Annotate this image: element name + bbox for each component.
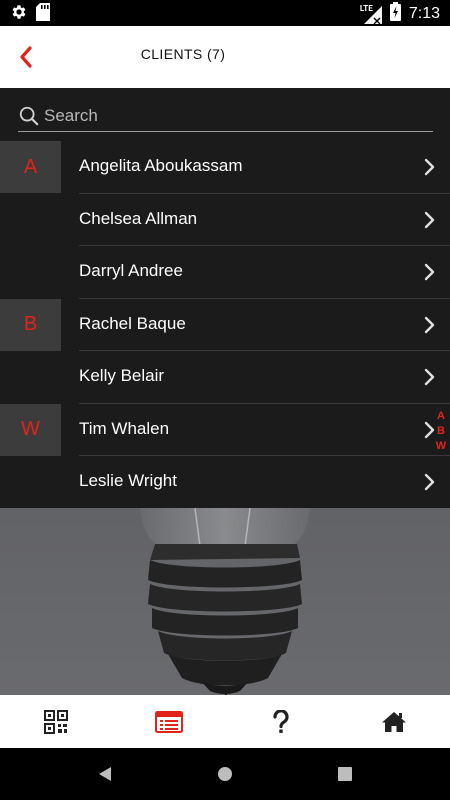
search-bar[interactable] bbox=[18, 100, 433, 132]
help-icon bbox=[273, 709, 289, 733]
client-row[interactable]: W Tim Whalen bbox=[0, 403, 450, 456]
client-list-icon bbox=[154, 710, 183, 733]
client-name: Tim Whalen bbox=[79, 418, 170, 438]
client-list: A Angelita Aboukassam Chelsea Allman Darryl… bbox=[0, 141, 450, 509]
tab-qr-code[interactable] bbox=[0, 695, 113, 748]
page-title: CLIENTS (7) bbox=[140, 46, 226, 62]
battery-charging-icon bbox=[389, 2, 401, 25]
client-name: Rachel Baque bbox=[79, 313, 186, 333]
tab-home[interactable] bbox=[338, 695, 450, 748]
nav-recents-button[interactable] bbox=[330, 759, 360, 789]
client-row[interactable]: A Angelita Aboukassam bbox=[0, 141, 450, 194]
client-list-panel: A Angelita Aboukassam Chelsea Allman Darryl… bbox=[0, 88, 450, 508]
chevron-right-icon bbox=[424, 158, 435, 176]
chevron-right-icon bbox=[424, 211, 435, 228]
search-input[interactable] bbox=[44, 105, 414, 126]
alphabet-index[interactable]: ABW bbox=[434, 410, 448, 452]
square-recents-icon bbox=[338, 767, 352, 781]
lte-signal-icon: LTE bbox=[360, 4, 382, 24]
client-name: Kelly Belair bbox=[79, 366, 165, 385]
qr-code-icon bbox=[44, 709, 69, 734]
chevron-right-icon bbox=[424, 368, 435, 386]
client-row[interactable]: B Rachel Baque bbox=[0, 298, 450, 351]
nav-back-button[interactable] bbox=[90, 759, 120, 789]
nav-home-button[interactable] bbox=[210, 759, 240, 789]
alphabet-index-letter[interactable]: W bbox=[436, 440, 446, 452]
tab-help[interactable] bbox=[225, 695, 338, 748]
app-header: CLIENTS (7) bbox=[0, 26, 450, 88]
search-icon bbox=[19, 106, 39, 125]
home-icon bbox=[381, 711, 406, 732]
client-name: Leslie Wright bbox=[79, 471, 177, 490]
status-bar: LTE 7:13 bbox=[0, 0, 450, 26]
section-letter: A bbox=[0, 141, 61, 193]
client-row[interactable]: Leslie Wright bbox=[0, 456, 450, 509]
chevron-right-icon bbox=[424, 473, 435, 491]
client-row[interactable]: Chelsea Allman bbox=[0, 194, 450, 246]
client-row[interactable]: Darryl Andree bbox=[0, 246, 450, 299]
settings-icon bbox=[10, 3, 28, 25]
bottom-tab-bar bbox=[0, 695, 450, 748]
section-letter: W bbox=[0, 403, 61, 456]
client-row[interactable]: Kelly Belair bbox=[0, 351, 450, 404]
client-name: Darryl Andree bbox=[79, 261, 183, 280]
alphabet-index-letter[interactable]: A bbox=[437, 410, 445, 422]
tab-clients[interactable] bbox=[113, 695, 226, 748]
system-nav-bar bbox=[0, 748, 450, 800]
section-letter: B bbox=[0, 298, 61, 351]
alphabet-index-letter[interactable]: B bbox=[437, 425, 445, 437]
sd-card-icon bbox=[36, 3, 50, 25]
client-name: Angelita Aboukassam bbox=[79, 156, 243, 175]
client-name: Chelsea Allman bbox=[79, 208, 198, 228]
status-time: 7:13 bbox=[408, 4, 440, 22]
circle-home-icon bbox=[218, 767, 232, 781]
chevron-right-icon bbox=[424, 316, 435, 333]
triangle-back-icon bbox=[99, 767, 111, 781]
chevron-right-icon bbox=[424, 263, 435, 281]
main-content: A Angelita Aboukassam Chelsea Allman Darryl… bbox=[0, 88, 450, 695]
